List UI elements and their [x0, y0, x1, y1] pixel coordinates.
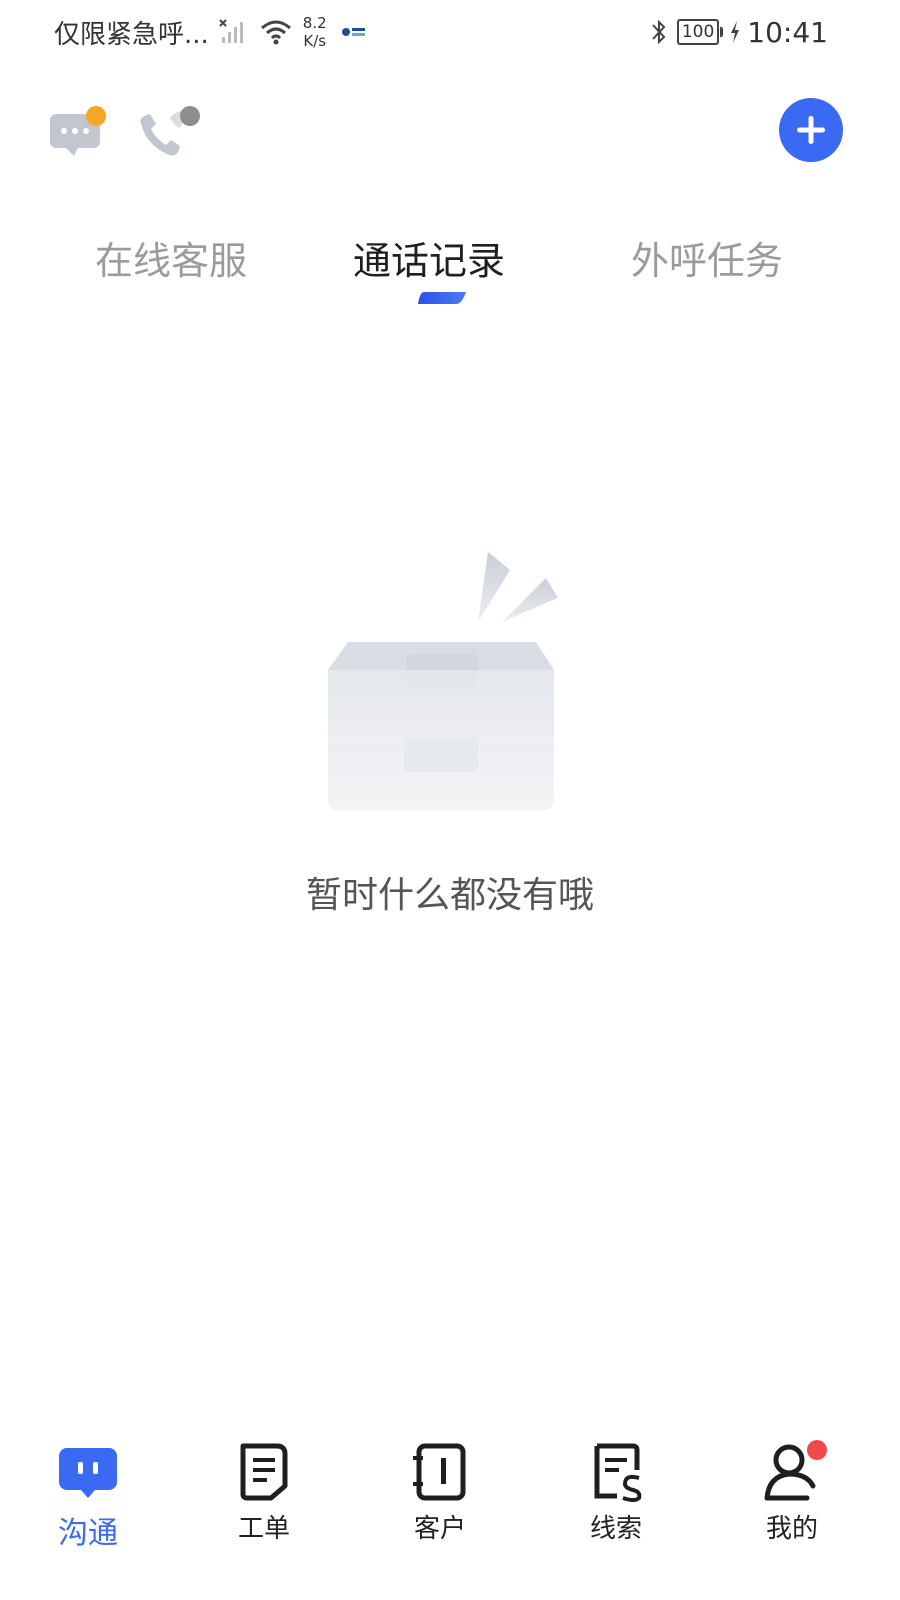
status-right: 100 10:41 — [649, 12, 828, 52]
status-left: 仅限紧急呼... 8.2 K/s — [54, 12, 367, 52]
active-tab-indicator — [418, 292, 466, 304]
nav-item-communication[interactable]: 沟通 — [38, 1440, 138, 1552]
app-notification-icon — [341, 28, 365, 36]
net-speed-unit: K/s — [303, 32, 327, 50]
plus-icon — [797, 116, 825, 144]
calls-button[interactable] — [134, 102, 206, 162]
net-speed: 8.2 K/s — [303, 14, 327, 50]
call-badge — [180, 106, 200, 126]
battery-level: 100 — [676, 19, 720, 45]
ticket-icon — [240, 1443, 288, 1501]
leads-icon — [594, 1443, 642, 1502]
status-bar: 仅限紧急呼... 8.2 K/s 100 10:41 — [0, 0, 900, 64]
app-screen: 仅限紧急呼... 8.2 K/s 100 10:41 在线客服 通话记录 外呼任… — [0, 0, 900, 1600]
bluetooth-icon — [652, 19, 666, 45]
notification-badge — [807, 1440, 827, 1460]
chat-icon — [59, 1448, 117, 1498]
nav-item-leads[interactable]: 线索 — [566, 1440, 666, 1545]
tab-online-service[interactable]: 在线客服 — [95, 226, 247, 296]
profile-icon-wrapper — [761, 1440, 827, 1502]
nav-item-ticket[interactable]: 工单 — [214, 1440, 314, 1545]
nav-label-customer: 客户 — [413, 1514, 466, 1544]
tab-outbound-tasks[interactable]: 外呼任务 — [631, 226, 783, 296]
chat-bubble-icon — [50, 106, 106, 156]
nav-label-ticket: 工单 — [237, 1514, 290, 1544]
top-action-bar — [0, 96, 900, 176]
messages-button[interactable] — [48, 104, 112, 160]
add-button[interactable] — [779, 98, 843, 162]
nav-item-customer[interactable]: 客户 — [390, 1440, 490, 1545]
charging-bolt-icon — [731, 21, 740, 43]
customer-book-icon — [413, 1443, 466, 1501]
nav-item-me[interactable]: 我的 — [742, 1440, 842, 1545]
empty-state-message: 暂时什么都没有哦 — [305, 875, 594, 916]
tab-bar: 在线客服 通话记录 外呼任务 — [0, 226, 900, 316]
nav-label-me: 我的 — [765, 1514, 818, 1544]
net-speed-value: 8.2 — [302, 14, 327, 32]
tab-call-records[interactable]: 通话记录 — [353, 226, 505, 296]
phone-icon — [140, 106, 200, 156]
carrier-text: 仅限紧急呼... — [54, 19, 209, 50]
status-clock: 10:41 — [747, 15, 828, 49]
message-badge — [86, 106, 106, 126]
nav-label-leads: 线索 — [589, 1514, 642, 1544]
bottom-nav: 沟通 工单 客户 线索 我的 — [0, 1440, 900, 1600]
wifi-icon — [260, 20, 291, 45]
battery-tip — [720, 27, 724, 37]
empty-box-icon — [328, 552, 558, 810]
battery-indicator: 100 — [676, 19, 724, 45]
signal-icon — [219, 19, 243, 43]
nav-label-communication: 沟通 — [58, 1516, 118, 1551]
